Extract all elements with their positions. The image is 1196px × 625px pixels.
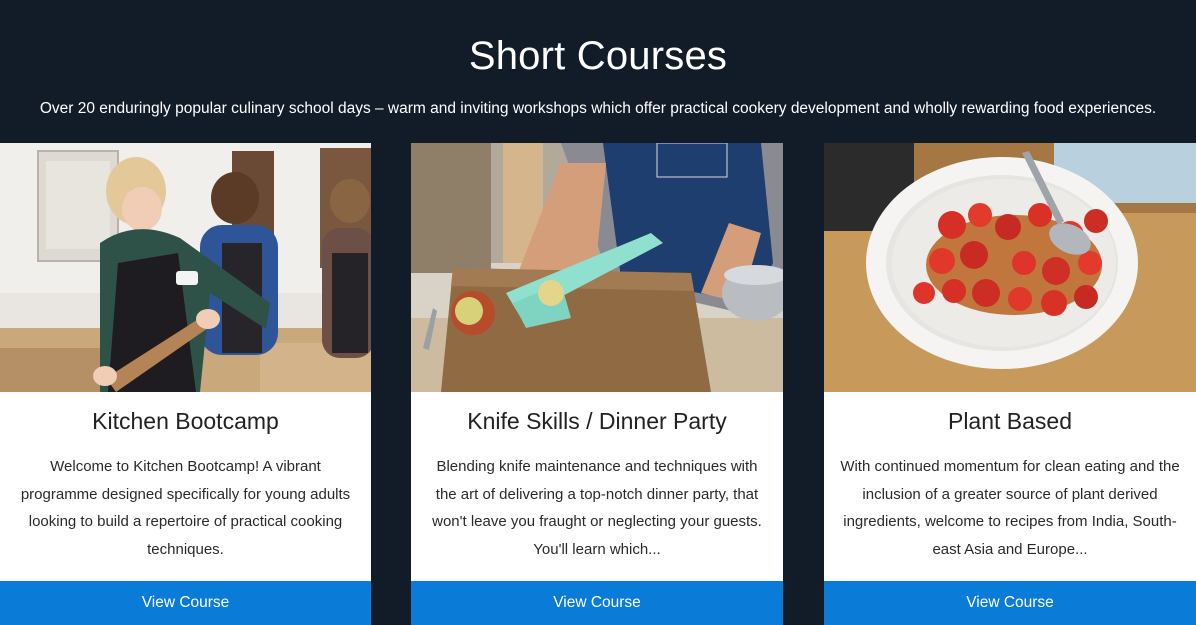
course-card-plant-based: Plant Based With continued momentum for … [824,143,1196,625]
course-card-kitchen-bootcamp: Kitchen Bootcamp Welcome to Kitchen Boot… [0,143,371,625]
page-title: Short Courses [468,34,728,78]
view-course-button-knife-skills[interactable]: View Course [411,581,783,625]
course-description: Welcome to Kitchen Bootcamp! A vibrant p… [20,458,351,558]
course-description: With continued momentum for clean eating… [840,458,1180,558]
page-header: Short Courses Over 20 enduringly popular… [0,0,1196,143]
view-course-button-kitchen-bootcamp[interactable]: View Course [0,581,371,625]
course-image-plant-based[interactable] [824,143,1196,392]
course-card-knife-skills: Knife Skills / Dinner Party Blending kni… [411,143,783,625]
course-description: Blending knife maintenance and technique… [432,458,762,558]
course-title: Kitchen Bootcamp [92,408,279,434]
course-image-knife-skills[interactable] [411,143,783,392]
page-subtitle: Over 20 enduringly popular culinary scho… [39,100,1157,117]
view-course-button-plant-based[interactable]: View Course [824,581,1196,625]
course-image-kitchen-bootcamp[interactable] [0,143,371,392]
course-title: Plant Based [947,408,1073,434]
course-title: Knife Skills / Dinner Party [467,408,727,434]
